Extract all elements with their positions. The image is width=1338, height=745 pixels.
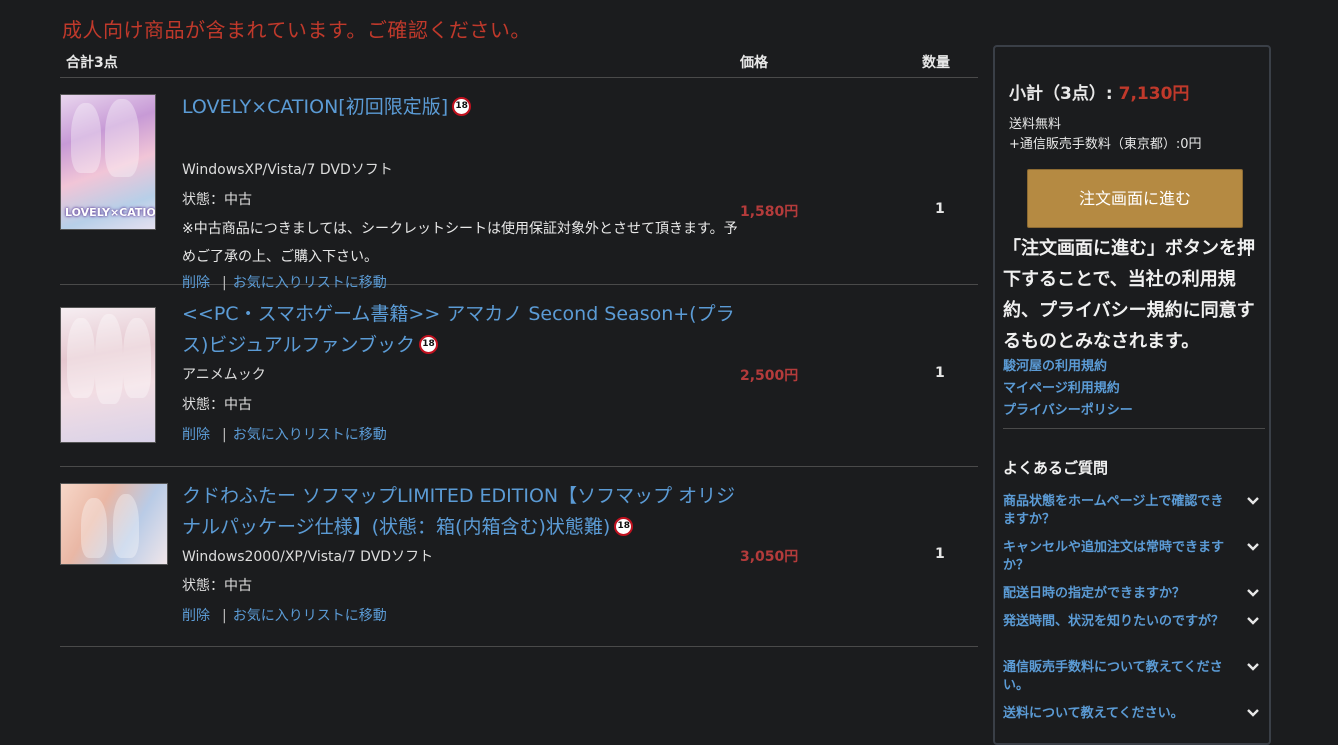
delete-link[interactable]: 削除 xyxy=(182,608,210,624)
adult-warning: 成人向け商品が含まれています。ご確認ください。 xyxy=(62,18,531,42)
chevron-down-icon[interactable] xyxy=(1245,539,1261,555)
faq-question[interactable]: 発送時間、状況を知りたいのですが？ xyxy=(1003,613,1231,631)
subtotal-label: 小計（3点）: xyxy=(1009,84,1113,104)
move-to-favorites-link[interactable]: お気に入りリストに移動 xyxy=(233,427,387,443)
product-thumbnail[interactable]: LOVELY×CATION xyxy=(60,94,156,230)
product-note: ※中古商品につきましては、シークレットシートは使用保証対象外とさせて頂きます。予… xyxy=(182,221,738,265)
adult-18-icon: 18 xyxy=(418,335,438,354)
chevron-down-icon[interactable] xyxy=(1245,493,1261,509)
cart-item: クドわふたー ソフマップLIMITED EDITION【ソフマップ オリジナルパ… xyxy=(60,467,978,647)
faq-item[interactable]: キャンセルや追加注文は常時できますか？ xyxy=(1003,539,1265,575)
product-title[interactable]: クドわふたー ソフマップLIMITED EDITION【ソフマップ オリジナルパ… xyxy=(182,485,735,538)
faq-question[interactable]: 送料について教えてください。 xyxy=(1003,705,1231,723)
subtotal-amount: 7,130円 xyxy=(1118,84,1190,104)
proceed-to-order-button[interactable]: 注文画面に進む xyxy=(1027,169,1243,228)
agreement-text: 「注文画面に進む」ボタンを押下することで、当社の利用規約、プライバシー規約に同意… xyxy=(1003,238,1255,352)
item-quantity[interactable]: 1 xyxy=(935,201,945,217)
shipping-free: 送料無料 xyxy=(1009,117,1062,132)
faq-question[interactable]: 配送日時の指定ができますか？ xyxy=(1003,585,1231,603)
chevron-down-icon[interactable] xyxy=(1245,705,1261,721)
separator: | xyxy=(222,608,227,624)
privacy-policy-link[interactable]: プライバシーポリシー xyxy=(1003,400,1133,422)
mypage-terms-link[interactable]: マイページ利用規約 xyxy=(1003,378,1133,400)
shipping-info: 送料無料 +通信販売手数料（東京都）:0円 xyxy=(1009,115,1202,155)
product-title-link[interactable]: クドわふたー ソフマップLIMITED EDITION【ソフマップ オリジナルパ… xyxy=(182,481,742,543)
chevron-down-icon[interactable] xyxy=(1245,613,1261,629)
delete-link[interactable]: 削除 xyxy=(182,427,210,443)
price-column-header: 価格 xyxy=(740,55,768,71)
qty-column-header: 数量 xyxy=(922,55,950,71)
faq-item[interactable]: 送料について教えてください。 xyxy=(1003,705,1265,723)
product-condition: 状態：中古 xyxy=(182,192,252,208)
product-platform: WindowsXP/Vista/7 DVDソフト xyxy=(182,162,393,178)
faq-item[interactable]: 商品状態をホームページ上で確認できますか？ xyxy=(1003,493,1265,529)
terms-link[interactable]: 駿河屋の利用規約 xyxy=(1003,356,1133,378)
product-title[interactable]: LOVELY×CATION[初回限定版] xyxy=(182,96,448,118)
product-platform: アニメムック xyxy=(182,367,266,383)
cart-header: 合計3点 価格 数量 xyxy=(60,48,978,78)
item-actions: 削除 | お気に入りリストに移動 xyxy=(182,605,387,625)
faq-question[interactable]: 通信販売手数料について教えてください。 xyxy=(1003,659,1231,695)
separator: | xyxy=(222,427,227,443)
faq-question[interactable]: 商品状態をホームページ上で確認できますか？ xyxy=(1003,493,1231,529)
product-condition: 状態：中古 xyxy=(182,397,252,413)
subtotal: 小計（3点）: 7,130円 xyxy=(1009,79,1189,104)
cart-total-count: 合計3点 xyxy=(66,55,118,71)
adult-18-icon: 18 xyxy=(452,97,472,116)
product-title[interactable]: <<PC・スマホゲーム書籍>> アマカノ Second Season+(プラス)… xyxy=(182,303,735,356)
policy-links: 駿河屋の利用規約 マイページ利用規約 プライバシーポリシー xyxy=(1003,356,1133,422)
item-price: 1,580円 xyxy=(740,204,799,220)
faq-item[interactable]: 配送日時の指定ができますか？ xyxy=(1003,585,1265,603)
adult-18-icon: 18 xyxy=(614,517,634,536)
item-price: 2,500円 xyxy=(740,368,799,384)
item-quantity[interactable]: 1 xyxy=(935,546,945,562)
product-platform: Windows2000/XP/Vista/7 DVDソフト xyxy=(182,549,434,565)
divider xyxy=(1003,428,1265,429)
faq-item[interactable]: 通信販売手数料について教えてください。 xyxy=(1003,659,1265,695)
product-title-link[interactable]: <<PC・スマホゲーム書籍>> アマカノ Second Season+(プラス)… xyxy=(182,299,742,361)
cart-list: 合計3点 価格 数量 LOVELY×CATION LOVELY×CATION[初… xyxy=(60,48,978,647)
move-to-favorites-link[interactable]: お気に入りリストに移動 xyxy=(233,608,387,624)
faq-heading: よくあるご質問 xyxy=(1003,459,1109,477)
item-quantity[interactable]: 1 xyxy=(935,365,945,381)
product-thumbnail[interactable] xyxy=(60,307,156,443)
faq-question[interactable]: キャンセルや追加注文は常時できますか？ xyxy=(1003,539,1231,575)
product-condition: 状態：中古 xyxy=(182,578,252,594)
faq-item[interactable]: 発送時間、状況を知りたいのですが？ xyxy=(1003,613,1265,631)
chevron-down-icon[interactable] xyxy=(1245,585,1261,601)
product-thumbnail[interactable] xyxy=(60,483,168,565)
handling-fee: +通信販売手数料（東京都）:0円 xyxy=(1009,137,1202,152)
item-price: 3,050円 xyxy=(740,549,799,565)
cart-item: LOVELY×CATION LOVELY×CATION[初回限定版] 18 Win… xyxy=(60,78,978,291)
item-actions: 削除 | お気に入りリストに移動 xyxy=(182,424,387,444)
cart-item: <<PC・スマホゲーム書籍>> アマカノ Second Season+(プラス)… xyxy=(60,285,978,467)
order-summary-panel: 小計（3点）: 7,130円 送料無料 +通信販売手数料（東京都）:0円 注文画面… xyxy=(993,45,1271,745)
thumbnail-logo: LOVELY×CATION xyxy=(65,206,156,219)
chevron-down-icon[interactable] xyxy=(1245,659,1261,675)
product-title-link[interactable]: LOVELY×CATION[初回限定版] 18 xyxy=(182,92,742,123)
